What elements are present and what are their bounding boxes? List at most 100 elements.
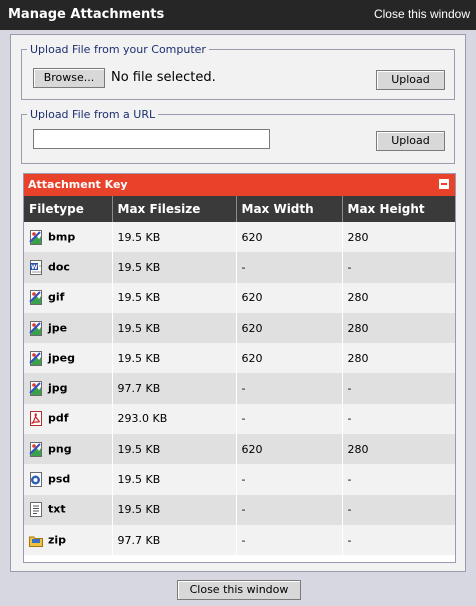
max-width-cell: - — [236, 373, 343, 404]
max-filesize-cell: 19.5 KB — [112, 494, 237, 525]
max-filesize-cell: 97.7 KB — [112, 524, 237, 556]
max-width-cell: 620 — [236, 312, 343, 344]
max-height-cell: - — [342, 373, 455, 404]
close-window-link[interactable]: Close this window — [374, 7, 470, 21]
table-row: txt 19.5 KB - - — [24, 494, 455, 525]
table-row: png 19.5 KB 620 280 — [24, 434, 455, 465]
column-header-max-width: Max Width — [236, 196, 343, 222]
filetype-cell: pdf — [24, 403, 113, 435]
title-bar: Manage Attachments Close this window — [0, 0, 476, 30]
filetype-label: psd — [48, 472, 71, 486]
max-height-cell: - — [342, 464, 455, 495]
image-file-icon — [29, 290, 43, 306]
max-height-cell: - — [342, 252, 455, 283]
max-width-cell: - — [236, 252, 343, 283]
table-header-row: Filetype Max Filesize Max Width Max Heig… — [24, 196, 455, 222]
max-filesize-cell: 97.7 KB — [112, 373, 237, 404]
max-filesize-cell: 293.0 KB — [112, 403, 237, 435]
word-doc-icon: W — [29, 259, 43, 275]
table-row: Wdoc 19.5 KB - - — [24, 252, 455, 283]
svg-text:W: W — [31, 264, 38, 271]
filetype-label: png — [48, 442, 72, 456]
attachment-key: Attachment Key Filetype Max Filesize Max… — [23, 173, 456, 563]
max-height-cell: 280 — [342, 312, 455, 344]
filetype-cell: zip — [24, 524, 113, 556]
max-width-cell: 620 — [236, 222, 343, 253]
image-file-icon — [29, 229, 43, 245]
filetype-label: zip — [48, 533, 67, 547]
table-row: jpeg 19.5 KB 620 280 — [24, 343, 455, 374]
table-row: bmp 19.5 KB 620 280 — [24, 222, 455, 253]
max-height-cell: - — [342, 494, 455, 525]
filetype-label: jpeg — [48, 351, 75, 365]
filetype-label: jpe — [48, 321, 68, 335]
url-input[interactable] — [33, 129, 270, 149]
filetype-label: doc — [48, 260, 70, 274]
max-height-cell: 280 — [342, 343, 455, 374]
max-width-cell: 620 — [236, 343, 343, 374]
window-title: Manage Attachments — [8, 7, 165, 22]
max-height-cell: 280 — [342, 434, 455, 465]
filetype-cell: jpe — [24, 312, 113, 344]
max-width-cell: - — [236, 403, 343, 435]
file-status: No file selected. — [111, 70, 216, 85]
filetype-cell: txt — [24, 494, 113, 525]
filetype-label: bmp — [48, 230, 76, 244]
filetype-label: pdf — [48, 411, 69, 425]
upload-file-button[interactable]: Upload — [376, 70, 445, 90]
upload-computer-legend: Upload File from your Computer — [30, 43, 206, 56]
filetype-cell: bmp — [24, 222, 113, 253]
filetype-cell: jpeg — [24, 343, 113, 374]
max-width-cell: - — [236, 494, 343, 525]
zip-file-icon — [29, 533, 43, 548]
max-height-cell: - — [342, 524, 455, 556]
max-width-cell: 620 — [236, 282, 343, 313]
column-header-max-filesize: Max Filesize — [112, 196, 237, 222]
table-row: zip 97.7 KB - - — [24, 524, 455, 556]
filetype-cell: jpg — [24, 373, 113, 404]
max-filesize-cell: 19.5 KB — [112, 343, 237, 374]
image-file-icon — [29, 350, 43, 366]
image-file-icon — [29, 381, 43, 397]
max-filesize-cell: 19.5 KB — [112, 222, 237, 253]
table-row: jpe 19.5 KB 620 280 — [24, 312, 455, 344]
filetype-cell: Wdoc — [24, 252, 113, 283]
max-filesize-cell: 19.5 KB — [112, 282, 237, 313]
max-width-cell: 620 — [236, 434, 343, 465]
attachment-table-body: bmp 19.5 KB 620 280 Wdoc 19.5 KB - - gif 19.5 KB 6… — [24, 222, 455, 556]
text-file-icon — [29, 502, 43, 518]
image-file-icon — [29, 320, 43, 336]
column-header-max-height: Max Height — [342, 196, 455, 222]
filetype-cell: gif — [24, 282, 113, 313]
upload-url-legend: Upload File from a URL — [30, 108, 156, 121]
attachment-key-header: Attachment Key — [24, 174, 455, 196]
max-width-cell: - — [236, 464, 343, 495]
attachment-table: Filetype Max Filesize Max Width Max Heig… — [24, 196, 455, 556]
table-row: psd 19.5 KB - - — [24, 464, 455, 495]
filetype-cell: png — [24, 434, 113, 465]
table-row: pdf 293.0 KB - - — [24, 403, 455, 435]
attachment-key-title: Attachment Key — [28, 178, 128, 191]
filetype-label: txt — [48, 502, 66, 516]
column-header-filetype: Filetype — [24, 196, 113, 222]
max-height-cell: - — [342, 403, 455, 435]
max-width-cell: - — [236, 524, 343, 556]
browse-button[interactable]: Browse... — [33, 68, 105, 88]
table-row: jpg 97.7 KB - - — [24, 373, 455, 404]
max-filesize-cell: 19.5 KB — [112, 434, 237, 465]
pdf-file-icon — [29, 411, 43, 427]
max-filesize-cell: 19.5 KB — [112, 312, 237, 344]
filetype-label: gif — [48, 290, 65, 304]
filetype-label: jpg — [48, 381, 68, 395]
upload-url-button[interactable]: Upload — [376, 131, 445, 151]
collapse-icon[interactable] — [439, 179, 449, 189]
image-file-icon — [29, 441, 43, 457]
max-filesize-cell: 19.5 KB — [112, 464, 237, 495]
max-height-cell: 280 — [342, 222, 455, 253]
filetype-cell: psd — [24, 464, 113, 495]
max-filesize-cell: 19.5 KB — [112, 252, 237, 283]
close-window-button[interactable]: Close this window — [177, 580, 301, 600]
psd-file-icon — [29, 472, 43, 488]
max-height-cell: 280 — [342, 282, 455, 313]
attachments-panel: Upload File from your Computer Browse...… — [10, 34, 466, 572]
